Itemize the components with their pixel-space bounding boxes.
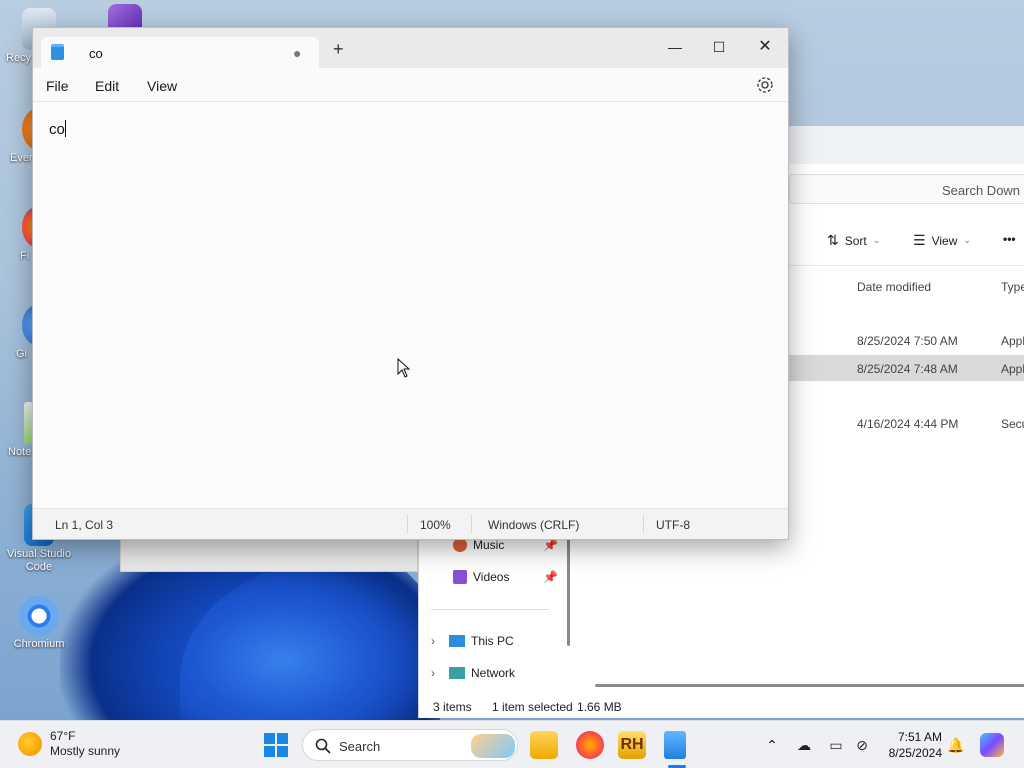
view-button[interactable]: ☰ View ⌄ bbox=[913, 232, 971, 249]
weather-sun-icon bbox=[18, 732, 42, 756]
chevron-up-icon[interactable]: ⌃ bbox=[762, 735, 782, 755]
explorer-search-input[interactable]: Search Down bbox=[789, 174, 1024, 204]
start-button[interactable] bbox=[264, 733, 288, 757]
chevron-right-icon: › bbox=[431, 666, 435, 680]
rh-app-taskbar-icon[interactable]: RH bbox=[618, 731, 646, 759]
notepad-window: co ● + — ☐ ✕ File Edit View co Ln 1, Col… bbox=[32, 27, 789, 540]
table-row[interactable]: 4/16/2024 4:44 PM Secu bbox=[789, 410, 1024, 436]
more-options-button[interactable]: ••• bbox=[1003, 232, 1016, 246]
computer-icon bbox=[449, 635, 465, 647]
horizontal-scrollbar[interactable] bbox=[595, 684, 1024, 687]
notepad-icon bbox=[51, 44, 64, 60]
line-endings[interactable]: Windows (CRLF) bbox=[488, 518, 579, 532]
display-icon[interactable]: ▭ bbox=[826, 735, 846, 755]
mouse-cursor-icon bbox=[397, 358, 411, 378]
file-explorer-taskbar-icon[interactable] bbox=[530, 731, 558, 759]
explorer-column-headers: Date modified Type bbox=[789, 272, 1024, 296]
chromium-icon bbox=[19, 596, 59, 636]
unsaved-dot-icon[interactable]: ● bbox=[293, 45, 301, 61]
chevron-down-icon: ⌄ bbox=[963, 235, 971, 245]
gear-icon[interactable] bbox=[755, 75, 775, 95]
encoding[interactable]: UTF-8 bbox=[656, 518, 690, 532]
windows-logo-tile bbox=[277, 733, 288, 744]
network-icon bbox=[449, 667, 465, 679]
cursor-position: Ln 1, Col 3 bbox=[55, 518, 114, 532]
search-highlight-icon bbox=[471, 734, 515, 758]
close-button[interactable]: ✕ bbox=[751, 34, 779, 60]
pin-icon: 📌 bbox=[543, 570, 558, 584]
status-divider bbox=[643, 515, 644, 533]
nav-scrollbar[interactable] bbox=[567, 536, 570, 646]
cloud-offline-icon[interactable]: ☁ bbox=[794, 735, 814, 755]
notepad-status-bar: Ln 1, Col 3 100% Windows (CRLF) UTF-8 bbox=[33, 508, 788, 539]
network-status-icon[interactable]: ⊘ bbox=[852, 735, 872, 755]
firefox-taskbar-icon[interactable] bbox=[576, 731, 604, 759]
notepad-tab[interactable]: co ● bbox=[41, 37, 319, 68]
chevron-right-icon: › bbox=[431, 634, 435, 648]
windows-logo-icon bbox=[264, 733, 275, 744]
notepad-text-area[interactable]: co bbox=[33, 102, 788, 508]
nav-item-network[interactable]: › Network bbox=[431, 666, 515, 680]
status-divider bbox=[407, 515, 408, 533]
text-caret bbox=[64, 120, 66, 137]
sort-icon: ⇅ bbox=[827, 232, 839, 248]
column-type[interactable]: Type bbox=[1001, 280, 1024, 294]
windows-logo-tile bbox=[277, 746, 288, 757]
table-row-selected[interactable]: 8/25/2024 7:48 AM Appl bbox=[789, 355, 1024, 381]
zoom-level[interactable]: 100% bbox=[420, 518, 451, 532]
notepad-taskbar-icon[interactable] bbox=[664, 731, 686, 759]
weather-widget[interactable]: 67°F Mostly sunny bbox=[18, 729, 120, 759]
windows-logo-tile bbox=[264, 746, 275, 757]
search-icon bbox=[315, 738, 331, 754]
notepad-titlebar[interactable]: co ● + — ☐ ✕ bbox=[33, 28, 788, 68]
copilot-icon[interactable] bbox=[980, 733, 1004, 757]
chevron-down-icon: ⌄ bbox=[872, 235, 881, 245]
table-row[interactable]: 8/25/2024 7:50 AM Appl bbox=[789, 327, 1024, 353]
status-divider bbox=[471, 515, 472, 533]
explorer-status-bar: 3 items 1 item selected 1.66 MB bbox=[419, 696, 1024, 718]
nav-item-music[interactable]: Music bbox=[453, 538, 504, 552]
taskbar: 67°F Mostly sunny Search RH ⌃ ☁ ▭ ⊘ 7:51… bbox=[0, 720, 1024, 768]
sort-button[interactable]: ⇅ Sort ⌄ bbox=[827, 232, 880, 249]
notepad-menubar: File Edit View bbox=[33, 68, 788, 102]
videos-icon bbox=[453, 570, 467, 584]
nav-divider bbox=[431, 609, 549, 610]
pin-icon: 📌 bbox=[543, 538, 558, 552]
new-tab-button[interactable]: + bbox=[333, 40, 344, 58]
view-icon: ☰ bbox=[913, 232, 926, 248]
background-window bbox=[120, 538, 418, 572]
music-icon bbox=[453, 538, 467, 552]
menu-view[interactable]: View bbox=[147, 78, 177, 94]
desktop-icon-chromium[interactable]: Chromium bbox=[0, 596, 78, 651]
minimize-button[interactable]: — bbox=[661, 34, 689, 60]
column-date-modified[interactable]: Date modified bbox=[857, 280, 931, 294]
taskbar-search[interactable]: Search bbox=[302, 729, 518, 761]
bell-icon[interactable]: 🔔 bbox=[946, 735, 966, 755]
nav-item-this-pc[interactable]: › This PC bbox=[431, 634, 514, 648]
menu-file[interactable]: File bbox=[46, 78, 69, 94]
menu-edit[interactable]: Edit bbox=[95, 78, 119, 94]
document-text: co bbox=[49, 121, 65, 138]
maximize-button[interactable]: ☐ bbox=[705, 34, 733, 60]
clock[interactable]: 7:51 AM 8/25/2024 bbox=[884, 729, 942, 761]
nav-item-videos[interactable]: Videos bbox=[453, 570, 509, 584]
